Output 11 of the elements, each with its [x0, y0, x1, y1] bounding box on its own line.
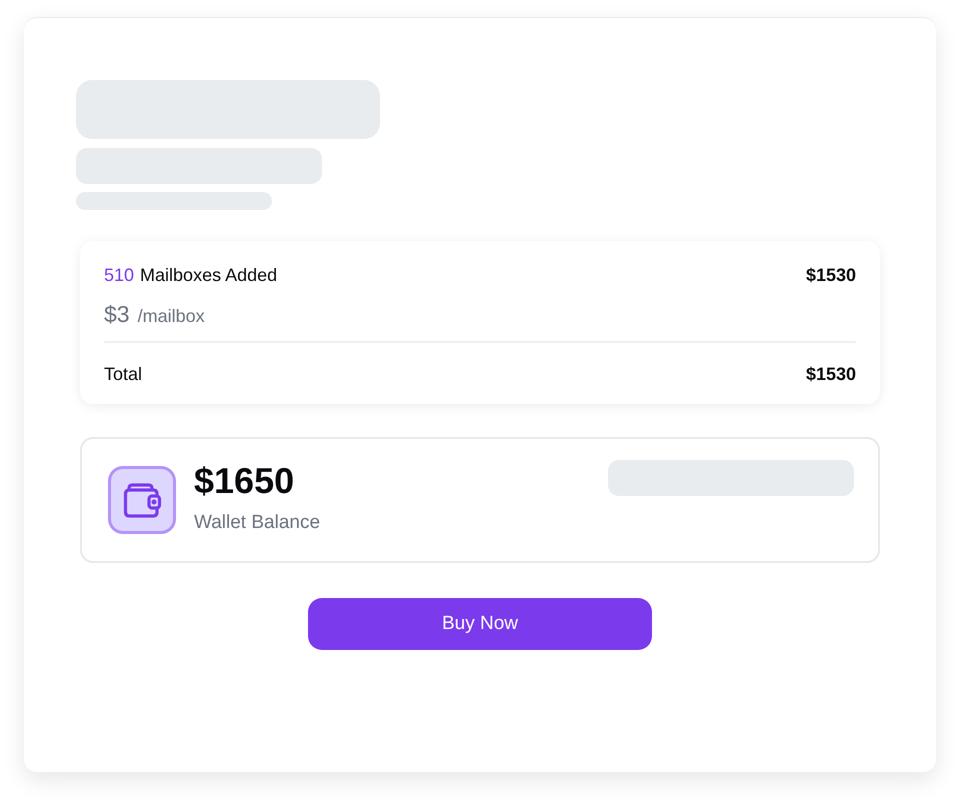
wallet-icon	[108, 466, 176, 534]
wallet-label: Wallet Balance	[194, 511, 320, 535]
total-label: Total	[104, 364, 142, 384]
quantity-text: 510	[104, 264, 134, 286]
unit-label: /mailbox	[138, 306, 205, 327]
buy-now-button[interactable]: Buy Now	[308, 598, 652, 650]
total-amount: $1530	[806, 364, 856, 384]
wallet-balance: $1650	[194, 461, 296, 501]
line-amount: $1530	[806, 264, 856, 286]
item-label: Mailboxes Added	[140, 264, 278, 286]
unit-price: $3	[104, 301, 130, 328]
